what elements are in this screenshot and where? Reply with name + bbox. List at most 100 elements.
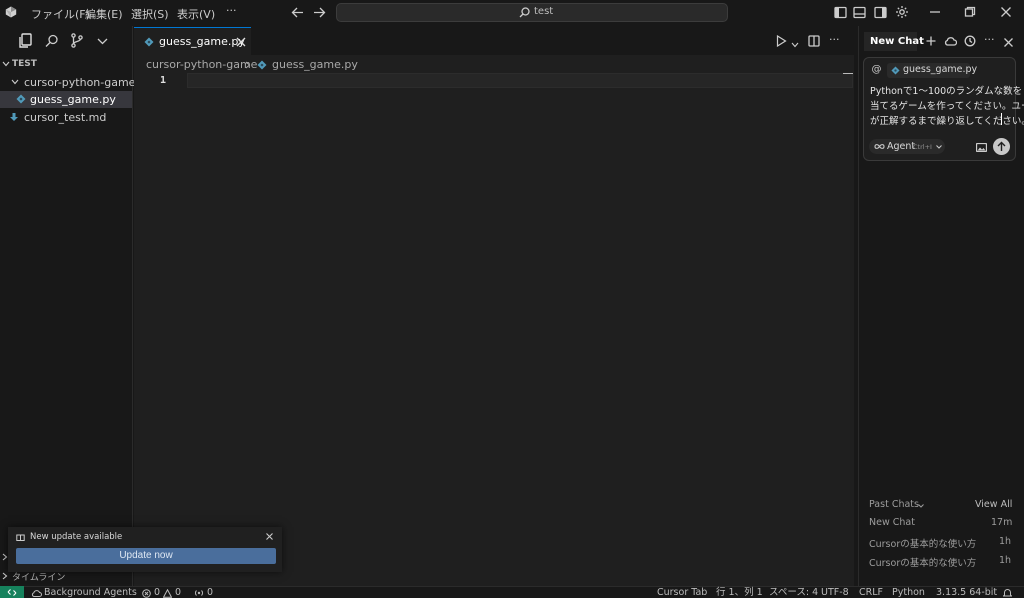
remote-icon — [7, 589, 17, 596]
folder-row[interactable]: cursor-python-game — [0, 74, 136, 91]
tab-label: guess_game.py — [159, 35, 245, 48]
line-number: 1 — [160, 75, 167, 86]
encoding-status[interactable]: UTF-8 — [821, 588, 849, 598]
chat-history-icon[interactable] — [964, 35, 976, 50]
warning-count[interactable]: 0 — [175, 588, 181, 598]
close-notification-icon[interactable] — [266, 533, 273, 540]
past-chat-title: Cursorの基本的な使い方 — [869, 539, 977, 550]
ports-count[interactable]: 0 — [207, 588, 213, 598]
past-chat-item[interactable]: Cursorの基本的な使い方 1h — [866, 554, 1014, 569]
view-all-link[interactable]: View All — [975, 499, 1012, 510]
eol-status[interactable]: CRLF — [859, 588, 883, 598]
python-file-icon — [144, 37, 154, 47]
agent-mode-selector[interactable]: Agent Ctrl+I — [869, 139, 945, 154]
context-file-chip[interactable]: guess_game.py — [887, 63, 977, 78]
minimize-icon[interactable] — [929, 6, 941, 21]
notification-message: New update available — [30, 532, 123, 542]
past-chat-item[interactable]: New Chat 17m — [866, 516, 1014, 531]
agent-mode-shortcut: Ctrl+I — [913, 143, 932, 151]
markdown-file-icon — [10, 113, 18, 121]
menu-edit[interactable]: 編集(E) — [85, 6, 123, 22]
search-icon — [519, 7, 530, 18]
text-cursor — [1001, 113, 1002, 125]
run-file-icon[interactable] — [776, 34, 787, 50]
toggle-secondary-sidebar-icon[interactable] — [874, 6, 887, 22]
python-file-icon — [257, 60, 267, 70]
menu-more[interactable]: ··· — [226, 4, 237, 17]
chevron-right-icon — [2, 572, 8, 580]
back-arrow-icon[interactable] — [291, 6, 304, 22]
settings-gear-icon[interactable] — [895, 5, 909, 22]
python-file-icon — [16, 94, 26, 104]
new-chat-plus-icon[interactable] — [926, 36, 936, 49]
chevron-down-icon — [2, 61, 10, 67]
run-options-chevron-icon[interactable] — [791, 38, 799, 51]
past-chats-toggle[interactable]: Past Chats — [869, 499, 929, 512]
gift-icon — [16, 534, 25, 541]
file-row-guess-game[interactable]: guess_game.py — [0, 91, 132, 108]
menu-selection[interactable]: 選択(S) — [131, 6, 169, 22]
split-editor-icon[interactable] — [808, 35, 820, 50]
breadcrumb-separator-icon — [245, 61, 251, 69]
chat-prompt-line-2: 当てるゲームを作ってください。ユーザー — [870, 101, 1024, 112]
ports-broadcast-icon — [194, 590, 204, 596]
language-mode[interactable]: Python — [892, 588, 925, 598]
chat-tab-label: New Chat — [870, 36, 924, 47]
explorer-view-icon[interactable] — [18, 33, 33, 51]
warning-icon — [163, 589, 172, 598]
source-control-icon[interactable] — [70, 33, 84, 51]
toggle-primary-sidebar-icon[interactable] — [834, 6, 847, 22]
breadcrumb-file[interactable]: guess_game.py — [272, 58, 358, 71]
mention-at-button[interactable]: @ — [869, 63, 884, 78]
file-label: guess_game.py — [30, 93, 116, 106]
update-now-button[interactable]: Update now — [16, 548, 276, 564]
attach-image-icon[interactable] — [975, 142, 988, 155]
arrow-up-icon — [997, 141, 1006, 151]
cursor-tab-status[interactable]: Cursor Tab — [657, 588, 707, 598]
command-search-input[interactable]: test — [336, 3, 728, 22]
close-chat-panel-icon[interactable] — [1004, 37, 1013, 50]
restore-icon[interactable] — [964, 6, 976, 21]
menu-view[interactable]: 表示(V) — [177, 6, 215, 22]
infinity-icon — [874, 144, 885, 149]
menu-file[interactable]: ファイル(F) — [31, 6, 90, 22]
error-icon — [142, 589, 151, 598]
chat-tab-new-chat[interactable]: New Chat — [864, 32, 924, 51]
background-agent-cloud-icon[interactable] — [944, 36, 958, 49]
python-interpreter[interactable]: 3.13.5 64-bit — [936, 588, 997, 598]
breadcrumb-folder[interactable]: cursor-python-game — [146, 58, 257, 71]
close-tab-icon[interactable] — [236, 37, 246, 47]
chevron-down-icon — [936, 145, 942, 149]
file-row-cursor-test[interactable]: cursor_test.md — [0, 109, 132, 126]
code-editor[interactable] — [134, 55, 854, 586]
views-chevron-down-icon[interactable] — [97, 36, 108, 49]
background-agents-status[interactable]: Background Agents — [44, 588, 137, 598]
agent-mode-label: Agent — [887, 141, 916, 152]
explorer-section-header[interactable]: TEST — [0, 56, 132, 73]
current-line-highlight — [187, 73, 853, 88]
indentation-status[interactable]: スペース: 4 — [769, 588, 818, 598]
chat-more-actions-icon[interactable]: ··· — [984, 33, 995, 46]
past-chat-time: 17m — [991, 517, 1013, 528]
cloud-icon — [31, 590, 42, 597]
folder-label: cursor-python-game — [24, 76, 136, 89]
tab-guess-game[interactable]: guess_game.py — [134, 27, 251, 55]
toggle-panel-icon[interactable] — [853, 6, 866, 22]
editor-more-actions-icon[interactable]: ··· — [829, 33, 840, 46]
cursor-position[interactable]: 行 1、列 1 — [716, 588, 763, 598]
error-count[interactable]: 0 — [154, 588, 160, 598]
search-value: test — [534, 6, 554, 17]
past-chats-label: Past Chats — [869, 499, 919, 510]
section-title: TEST — [12, 59, 37, 69]
forward-arrow-icon[interactable] — [313, 6, 326, 22]
notifications-bell-icon[interactable] — [1003, 588, 1012, 598]
context-file-label: guess_game.py — [903, 64, 978, 75]
minimap-cursor-marker — [843, 73, 853, 74]
send-button[interactable] — [993, 138, 1010, 155]
cursor-logo-icon — [5, 6, 17, 18]
search-view-icon[interactable] — [45, 34, 59, 51]
past-chat-item[interactable]: Cursorの基本的な使い方 1h — [866, 535, 1014, 550]
remote-indicator[interactable] — [0, 586, 24, 598]
chevron-down-icon — [918, 504, 924, 508]
close-window-icon[interactable] — [1000, 6, 1012, 21]
